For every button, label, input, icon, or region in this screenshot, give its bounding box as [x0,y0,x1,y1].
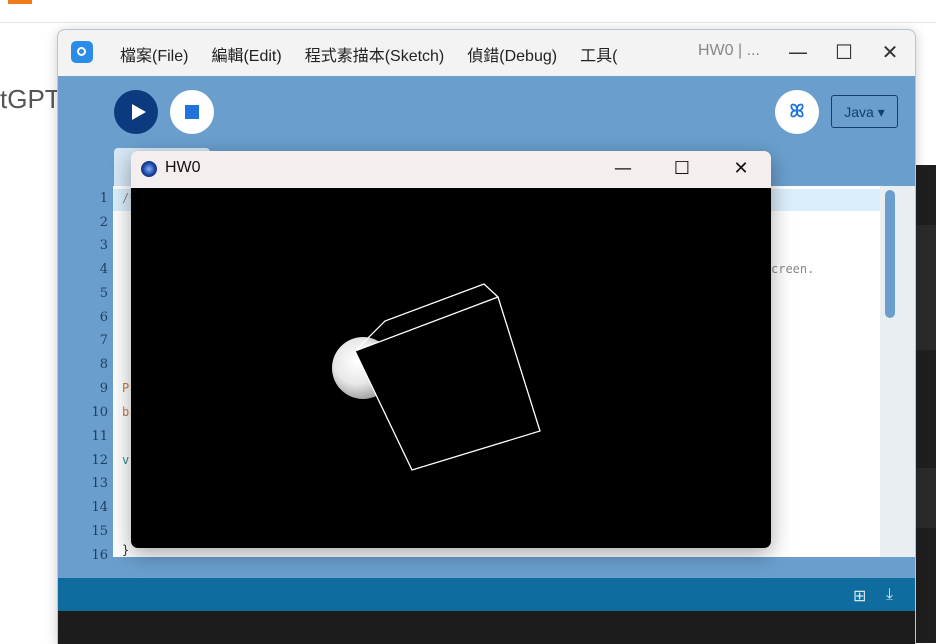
sketch-canvas[interactable] [131,188,771,548]
menu-sketch[interactable]: 程式素描本(Sketch) [305,42,445,66]
line-number: 9 [99,381,108,396]
ide-toolbar: ꕤ Java ▾ [58,76,915,148]
line-number: 16 [91,548,108,563]
menu-file[interactable]: 檔案(File) [120,42,188,66]
line-number: 11 [91,429,108,444]
sketch-minimize-button[interactable]: — [606,156,640,182]
window-title: HW0 | ... [698,42,760,59]
line-number: 2 [99,215,108,230]
line-number: 14 [91,500,108,515]
menu-edit[interactable]: 編輯(Edit) [211,42,281,66]
processing-sketch-icon [141,161,157,177]
code-line: P [122,381,130,395]
background-dark-stripe [914,468,936,528]
console-area [58,611,915,644]
line-number: 7 [99,333,108,348]
browser-accent-bar [8,0,32,4]
close-button[interactable]: ✕ [875,38,905,66]
sketch-window: HW0 — ☐ ✕ [131,151,771,548]
code-line: } [122,543,130,557]
line-number: 5 [99,286,108,301]
line-number: 4 [99,262,108,277]
ide-titlebar: 檔案(File) 編輯(Edit) 程式素描本(Sketch) 偵錯(Debug… [58,30,915,76]
run-button[interactable] [114,90,158,134]
processing-logo-icon [71,41,93,63]
add-tab-icon[interactable]: ⊞ [853,586,866,605]
code-line: b [122,405,130,419]
line-number: 10 [91,405,108,420]
stop-button[interactable] [170,90,214,134]
line-number-gutter: 1 2 3 4 5 6 7 8 9 10 11 12 13 14 15 16 [58,186,113,563]
menu-bar: 檔案(File) 編輯(Edit) 程式素描本(Sketch) 偵錯(Debug… [120,42,640,66]
sketch-window-title: HW0 [165,159,201,176]
sketch-maximize-button[interactable]: ☐ [665,156,699,182]
butterfly-icon: ꕤ [789,101,805,122]
line-number: 8 [99,357,108,372]
mode-selector[interactable]: Java ▾ [831,95,898,128]
maximize-button[interactable]: ☐ [829,38,859,66]
canvas-drawing [332,283,541,471]
line-number: 13 [91,476,108,491]
collapse-console-icon[interactable]: ⤓ [886,584,893,604]
background-page-text: tGPT [0,84,61,114]
line-number: 1 [99,191,108,206]
line-number: 6 [99,310,108,325]
debugger-button[interactable]: ꕤ [775,90,819,134]
browser-top-strip [0,0,936,23]
sketch-close-button[interactable]: ✕ [724,156,758,182]
console-header [58,578,915,611]
menu-debug[interactable]: 偵錯(Debug) [467,42,557,66]
code-line: v [122,453,130,467]
line-number: 15 [91,524,108,539]
minimize-button[interactable]: — [783,38,813,66]
code-line: creen. [771,262,815,276]
background-dark-stripe [914,225,936,350]
editor-scrollbar-thumb[interactable] [885,190,895,318]
line-number: 12 [91,453,108,468]
menu-tools[interactable]: 工具( [580,42,617,66]
line-number: 3 [99,238,108,253]
